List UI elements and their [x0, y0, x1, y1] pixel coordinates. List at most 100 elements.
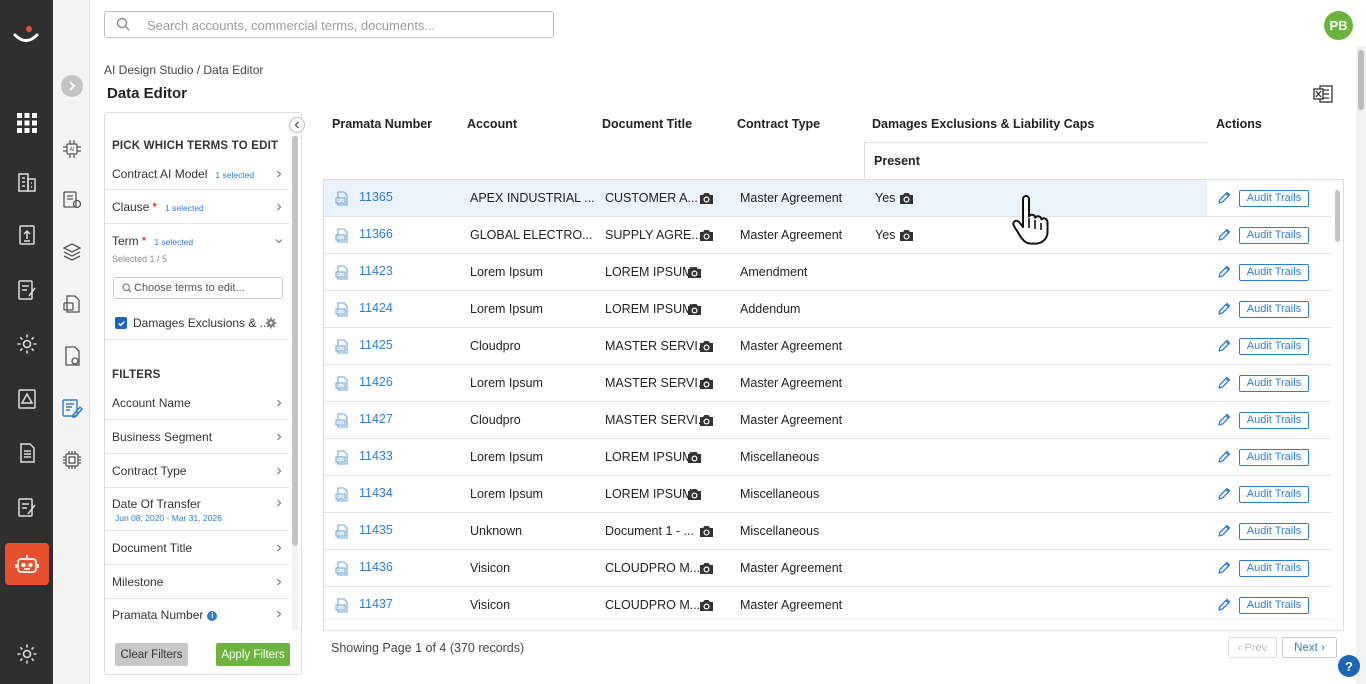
camera-icon[interactable] — [698, 561, 715, 575]
col-present[interactable]: Present — [864, 142, 1207, 179]
col-pramata-number[interactable]: Pramata Number — [332, 117, 432, 131]
audit-trails-button[interactable]: Audit Trails — [1239, 412, 1309, 429]
doc-check-icon[interactable] — [60, 344, 84, 368]
col-contract-type[interactable]: Contract Type — [737, 117, 820, 131]
camera-icon[interactable] — [698, 339, 715, 353]
expand-chevron-icon[interactable] — [61, 75, 83, 97]
doc-settings-icon[interactable] — [60, 188, 84, 212]
audit-trails-button[interactable]: Audit Trails — [1239, 560, 1309, 577]
pdf-doc-icon[interactable]: PDF — [335, 598, 349, 613]
pramata-number-link[interactable]: 11424 — [359, 301, 393, 315]
export-excel-icon[interactable] — [1312, 83, 1334, 105]
edit-pencil-icon[interactable] — [1217, 265, 1231, 279]
table-row[interactable]: PDF 11425 Cloudpro MASTER SERVI... Master Ag… — [324, 328, 1332, 365]
pramata-number-link[interactable]: 11427 — [359, 412, 393, 426]
prev-page-button[interactable]: ‹ Prev — [1228, 637, 1277, 658]
audit-trails-button[interactable]: Audit Trails — [1239, 486, 1309, 503]
filter-account-name[interactable]: Account Name — [105, 387, 289, 420]
apps-grid-icon[interactable] — [14, 110, 40, 136]
page-scrollbar[interactable] — [1356, 46, 1366, 684]
pramata-number-link[interactable]: 11425 — [359, 338, 393, 352]
breadcrumb[interactable]: AI Design Studio / Data Editor — [104, 63, 263, 77]
term-checkbox[interactable] — [115, 317, 127, 329]
filter-contract-type[interactable]: Contract Type — [105, 455, 289, 488]
table-row[interactable]: PDF 11427 Cloudpro MASTER SERVI... Master Ag… — [324, 402, 1332, 439]
filter-date-of-transfer[interactable]: Date Of Transfer Jun 08, 2020 - Mar 31, … — [105, 489, 289, 531]
pramata-number-link[interactable]: 11423 — [359, 264, 393, 278]
audit-trails-button[interactable]: Audit Trails — [1239, 449, 1309, 466]
camera-icon[interactable] — [698, 413, 715, 427]
term-checked-label[interactable]: Damages Exclusions & ... — [133, 316, 270, 330]
camera-icon[interactable] — [698, 191, 715, 205]
document-list-icon[interactable] — [14, 440, 40, 466]
col-document-title[interactable]: Document Title — [602, 117, 692, 131]
processor-icon[interactable] — [60, 448, 84, 472]
table-row[interactable]: PDF 11434 Lorem Ipsum LOREM IPSUM Miscellane… — [324, 476, 1332, 513]
pdf-doc-icon[interactable]: PDF — [335, 450, 349, 465]
audit-trails-button[interactable]: Audit Trails — [1239, 264, 1309, 281]
next-page-button[interactable]: Next › — [1282, 637, 1337, 658]
edit-pencil-icon[interactable] — [1217, 450, 1231, 464]
audit-trails-button[interactable]: Audit Trails — [1239, 523, 1309, 540]
layers-icon[interactable] — [60, 240, 84, 264]
camera-icon[interactable] — [686, 302, 703, 316]
panel-scrollbar[interactable] — [292, 136, 298, 630]
clear-filters-button[interactable]: Clear Filters — [115, 643, 188, 666]
pdf-doc-icon[interactable]: PDF — [335, 339, 349, 354]
term-search-field[interactable] — [113, 277, 283, 299]
audit-trails-button[interactable]: Audit Trails — [1239, 301, 1309, 318]
camera-icon[interactable] — [686, 265, 703, 279]
edit-pencil-icon[interactable] — [1217, 598, 1231, 612]
data-editor-icon[interactable] — [60, 396, 84, 420]
edit-pencil-icon[interactable] — [1217, 191, 1231, 205]
table-horizontal-scrollbar[interactable] — [324, 619, 1332, 629]
edit-pencil-icon[interactable] — [1217, 413, 1231, 427]
present-cell[interactable]: Yes — [875, 228, 895, 242]
clause-row[interactable]: Clause * 1 selected — [105, 191, 289, 224]
pramata-number-link[interactable]: 11437 — [359, 597, 393, 611]
audit-trails-button[interactable]: Audit Trails — [1239, 190, 1309, 207]
table-row[interactable]: PDF 11426 Lorem Ipsum MASTER SERVI... Master… — [324, 365, 1332, 402]
edit-pencil-icon[interactable] — [1217, 228, 1231, 242]
pdf-doc-icon[interactable]: PDF — [335, 561, 349, 576]
col-damages-exclusions[interactable]: Damages Exclusions & Liability Caps — [872, 117, 1094, 131]
camera-icon[interactable] — [686, 487, 703, 501]
table-row[interactable]: PDF 11366 GLOBAL ELECTRO... SUPPLY AGRE... M… — [324, 217, 1332, 254]
table-row[interactable]: PDF 11433 Lorem Ipsum LOREM IPSUM Miscellane… — [324, 439, 1332, 476]
ai-chip-icon[interactable]: AI — [60, 137, 84, 161]
present-cell[interactable]: Yes — [875, 191, 895, 205]
edit-pencil-icon[interactable] — [1217, 524, 1231, 538]
table-row[interactable]: PDF 11365 APEX INDUSTRIAL ... CUSTOMER A...… — [324, 180, 1332, 217]
pdf-doc-icon[interactable]: PDF — [335, 265, 349, 280]
audit-trails-button[interactable]: Audit Trails — [1239, 375, 1309, 392]
camera-icon[interactable] — [698, 524, 715, 538]
edit-pencil-icon[interactable] — [1217, 376, 1231, 390]
pdf-doc-icon[interactable]: PDF — [335, 487, 349, 502]
pramata-number-link[interactable]: 11365 — [359, 190, 393, 204]
table-row[interactable]: PDF 11423 Lorem Ipsum LOREM IPSUM Amendment A… — [324, 254, 1332, 291]
pramata-number-link[interactable]: 11434 — [359, 486, 393, 500]
table-vertical-scrollbar[interactable] — [1332, 180, 1343, 616]
info-icon[interactable]: i — [207, 610, 218, 621]
pramata-number-link[interactable]: 11435 — [359, 523, 393, 537]
ai-doc-icon[interactable] — [60, 292, 84, 316]
edit-pencil-icon[interactable] — [1217, 339, 1231, 353]
pramata-number-link[interactable]: 11433 — [359, 449, 393, 463]
brand-logo-icon[interactable] — [12, 24, 40, 48]
global-search[interactable] — [104, 11, 554, 38]
pramata-number-link[interactable]: 11366 — [359, 227, 393, 241]
camera-icon[interactable] — [698, 228, 715, 242]
apply-filters-button[interactable]: Apply Filters — [216, 643, 290, 666]
filter-pramata-number[interactable]: Pramata Number i — [105, 600, 289, 630]
edit-pencil-icon[interactable] — [1217, 487, 1231, 501]
upload-doc-icon[interactable] — [14, 222, 40, 248]
camera-icon[interactable] — [686, 450, 703, 464]
camera-icon[interactable] — [898, 191, 915, 205]
help-icon[interactable]: ? — [1338, 655, 1360, 677]
edit-pencil-icon[interactable] — [1217, 561, 1231, 575]
signature-doc-icon[interactable] — [14, 494, 40, 520]
filter-document-title[interactable]: Document Title — [105, 532, 289, 565]
table-row[interactable]: PDF 11436 Visicon CLOUDPRO M... Master Agree… — [324, 550, 1332, 587]
col-account[interactable]: Account — [467, 117, 517, 131]
pramata-number-link[interactable]: 11426 — [359, 375, 393, 389]
